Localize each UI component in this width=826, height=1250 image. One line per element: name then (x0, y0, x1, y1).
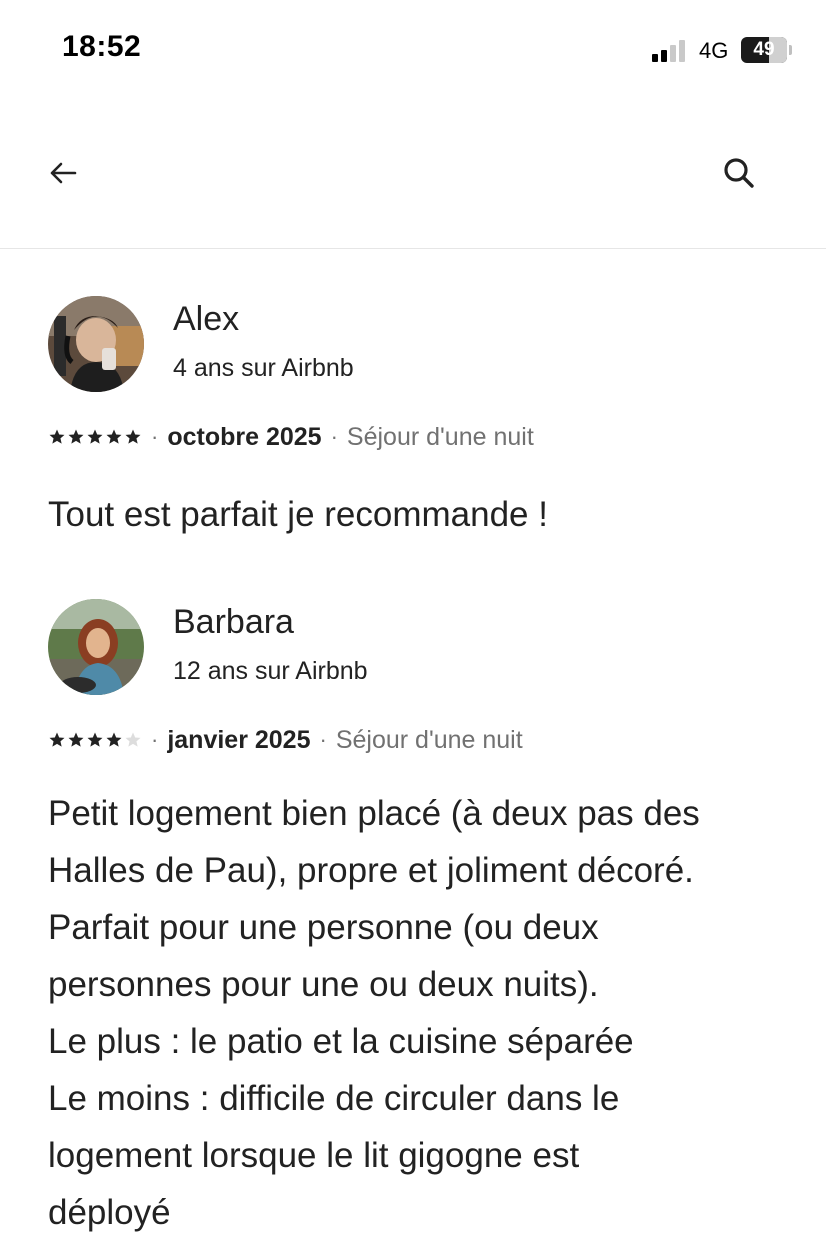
separator-dot: · (151, 424, 159, 449)
status-time: 18:52 (62, 30, 142, 63)
review-date: janvier 2025 (167, 725, 311, 754)
star-empty-icon (125, 732, 141, 747)
review-item: Alex 4 ans sur Airbnb · octobre 2025 · S… (48, 296, 788, 556)
star-icon (87, 732, 103, 747)
search-icon (724, 158, 754, 188)
battery-level: 49 (753, 39, 775, 60)
star-icon (106, 732, 122, 747)
battery-tip (789, 45, 792, 55)
reviewer-name: Barbara (173, 603, 294, 641)
arrow-left-icon (50, 162, 77, 184)
review-comment: Petit logement bien placé (à deux pas de… (48, 794, 700, 1232)
star-icon (68, 429, 84, 444)
reviewer-name: Alex (173, 300, 240, 338)
signal-strength-icon (652, 38, 692, 62)
reviewer-avatar[interactable] (48, 599, 144, 695)
separator-dot: · (151, 727, 159, 752)
reviewer-tenure: 4 ans sur Airbnb (173, 354, 354, 382)
reviewer-avatar[interactable] (48, 296, 144, 392)
back-button[interactable] (40, 150, 86, 196)
separator-dot: · (319, 727, 327, 752)
stay-duration: Séjour d'une nuit (335, 725, 523, 754)
review-item: Barbara 12 ans sur Airbnb · janvier 2025… (48, 599, 788, 1249)
rating-stars (48, 731, 142, 749)
review-meta: · octobre 2025 · Séjour d'une nuit (48, 420, 534, 454)
review-date: octobre 2025 (167, 422, 322, 451)
rating-stars (48, 428, 142, 446)
star-icon (49, 429, 65, 444)
status-bar: 18:52 4G 49 (0, 0, 826, 100)
search-button[interactable] (716, 150, 762, 196)
network-type: 4G (699, 38, 729, 63)
battery-icon: 49 (741, 37, 787, 63)
separator-dot: · (330, 424, 338, 449)
star-icon (49, 732, 65, 747)
top-nav (0, 120, 826, 249)
stay-duration: Séjour d'une nuit (346, 422, 534, 451)
star-icon (106, 429, 122, 444)
star-icon (87, 429, 103, 444)
star-icon (68, 732, 84, 747)
review-meta: · janvier 2025 · Séjour d'une nuit (48, 723, 523, 757)
reviewer-tenure: 12 ans sur Airbnb (173, 657, 368, 685)
star-icon (125, 429, 141, 444)
review-comment: Tout est parfait je recommande ! (48, 495, 548, 534)
